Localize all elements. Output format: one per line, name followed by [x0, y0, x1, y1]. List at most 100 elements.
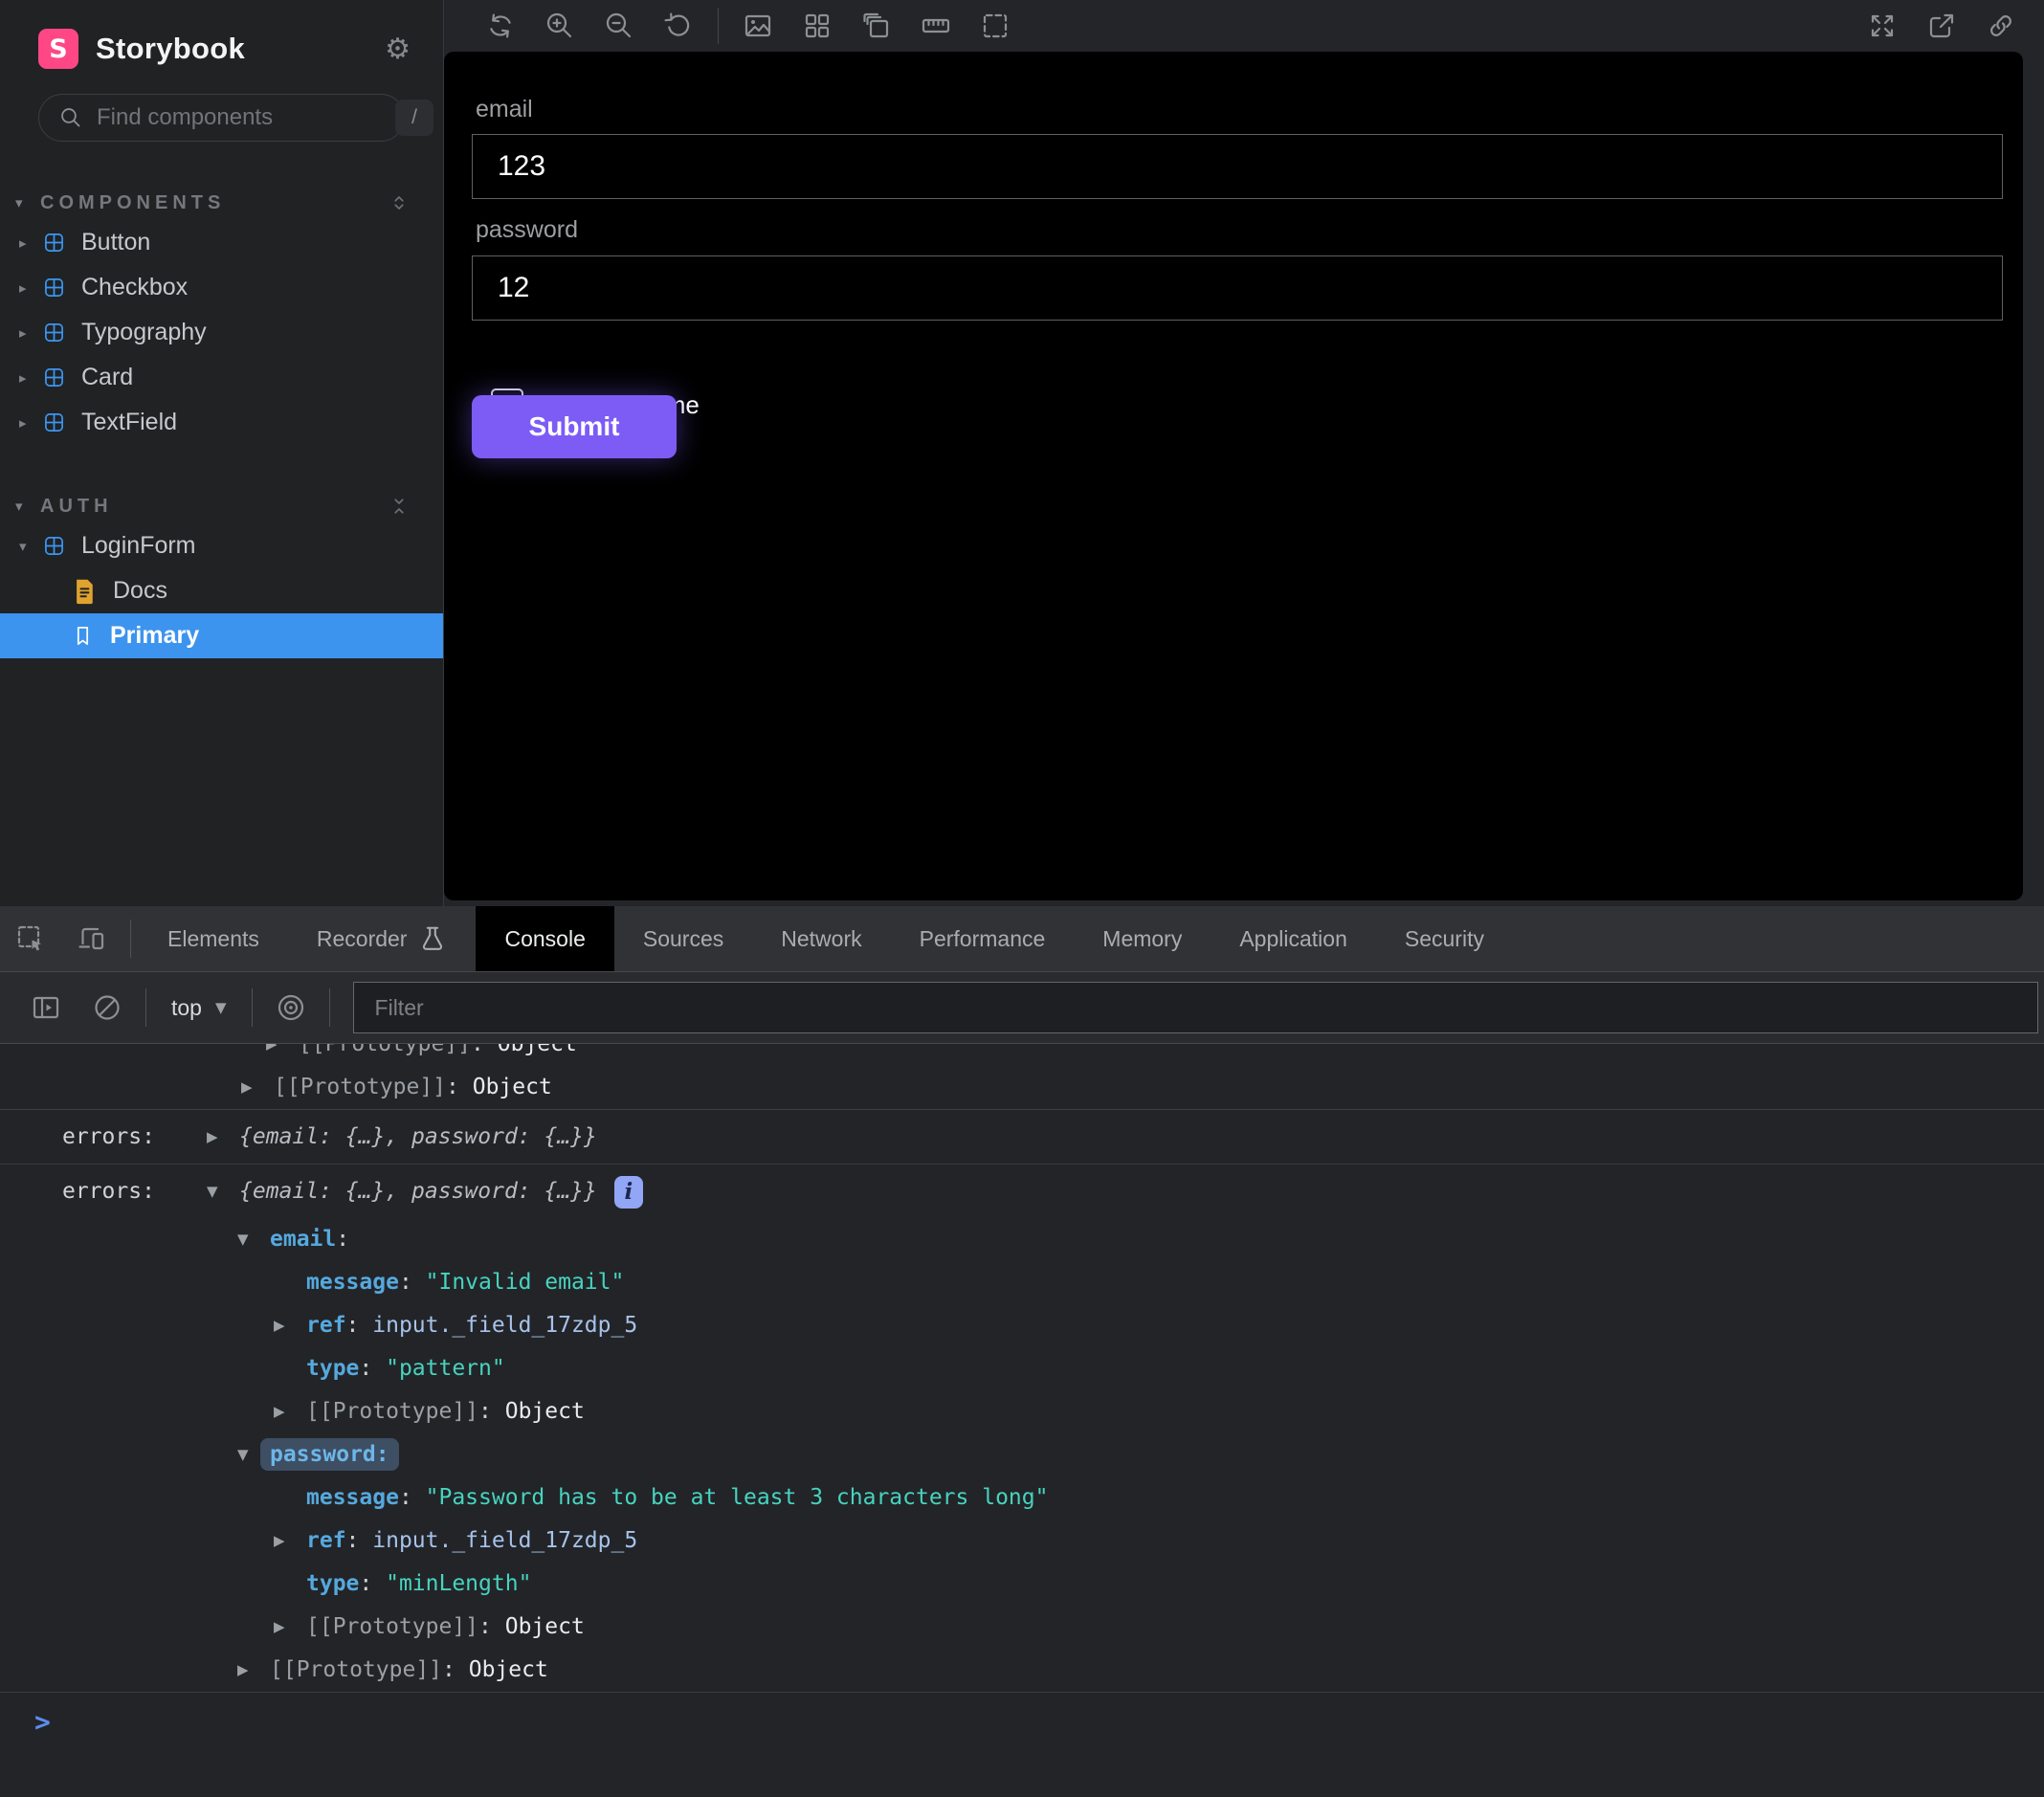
outline-button[interactable] [966, 5, 1025, 47]
inspect-button[interactable] [0, 906, 61, 971]
sidebar-item-label: TextField [81, 409, 177, 436]
gear-icon[interactable]: ⚙ [385, 33, 411, 66]
tab-application[interactable]: Application [1211, 906, 1376, 971]
tab-performance[interactable]: Performance [891, 906, 1075, 971]
caret-down-icon: ▾ [15, 194, 40, 211]
live-expression-eye-icon[interactable] [260, 992, 322, 1023]
expand-triangle-icon[interactable]: ▶ [274, 1520, 285, 1563]
tab-recorder[interactable]: Recorder [288, 906, 477, 971]
console-keyhl: password: [260, 1438, 399, 1471]
component-icon [42, 231, 66, 255]
console-preview: {email: {…}, password: {…}} [239, 1124, 597, 1149]
section-header-auth[interactable]: ▾AUTH [0, 489, 443, 523]
sidebar-item-textfield[interactable]: ▸ TextField [0, 400, 443, 445]
story-item-docs[interactable]: Docs [0, 568, 443, 613]
tab-security[interactable]: Security [1376, 906, 1513, 971]
search-input[interactable] [95, 103, 395, 132]
caret-right-icon[interactable]: ▸ [19, 369, 42, 387]
sidebar-item-card[interactable]: ▸Card [0, 355, 443, 400]
console-row-text: ref: input._field_17zdp_5 [306, 1520, 637, 1563]
console-row: ▶ref: input._field_17zdp_5 [0, 1304, 2044, 1347]
collapse-triangle-icon[interactable]: ▼ [207, 1165, 218, 1218]
section-label: COMPONENTS [40, 192, 388, 214]
panel-icon [31, 992, 61, 1023]
console-proto: [[Prototype]] [274, 1075, 446, 1099]
console-row-text: message: "Password has to be at least 3 … [306, 1476, 1048, 1520]
story-item-primary[interactable]: Primary [0, 613, 443, 658]
collapse-all-icon[interactable] [388, 495, 411, 518]
tab-label: Elements [167, 926, 259, 952]
zoom-reset-icon [663, 11, 694, 41]
tab-console[interactable]: Console [476, 906, 613, 971]
collapse-triangle-icon[interactable]: ▼ [237, 1433, 249, 1476]
zoom-out-button[interactable] [589, 5, 649, 47]
expand-triangle-icon[interactable]: ▶ [274, 1304, 285, 1347]
sidebar-item-typography[interactable]: ▸Typography [0, 310, 443, 355]
viewports-button[interactable] [847, 5, 906, 47]
console-ref: input._field_17zdp_5 [372, 1313, 637, 1338]
caret-right-icon[interactable]: ▸ [19, 414, 42, 432]
console-prompt[interactable]: > [0, 1692, 2044, 1797]
sidebar-item-label: Button [81, 229, 150, 256]
sidebar-item-loginform[interactable]: ▾ LoginForm [0, 523, 443, 568]
sidebar-item-button[interactable]: ▸ Button [0, 220, 443, 265]
divider [130, 920, 131, 958]
viewports-icon [861, 11, 892, 41]
measure-button[interactable] [906, 5, 966, 47]
tab-memory[interactable]: Memory [1074, 906, 1211, 971]
copy-link-icon [1986, 11, 2016, 41]
story-item-label: Docs [113, 577, 167, 605]
console-row-text: message: "Invalid email" [306, 1261, 624, 1304]
tab-label: Performance [920, 926, 1046, 952]
password-field[interactable] [472, 255, 2003, 321]
remount-button[interactable] [471, 5, 530, 47]
zoom-in-button[interactable] [530, 5, 589, 47]
background-button[interactable] [728, 5, 788, 47]
fullscreen-button[interactable] [1853, 5, 1912, 47]
grid-icon [802, 11, 833, 41]
zoom-reset-button[interactable] [649, 5, 708, 47]
submit-button[interactable]: Submit [472, 395, 677, 458]
console-filter-input[interactable] [353, 982, 2038, 1033]
console-obj: Object [498, 1044, 577, 1056]
tab-network[interactable]: Network [752, 906, 890, 971]
info-badge-icon[interactable]: i [614, 1176, 643, 1209]
expand-triangle-icon[interactable]: ▶ [274, 1390, 285, 1433]
sidebar-item-checkbox[interactable]: ▸Checkbox [0, 265, 443, 310]
grid-button[interactable] [788, 5, 847, 47]
caret-right-icon[interactable]: ▸ [19, 324, 42, 342]
section-header-components[interactable]: ▾COMPONENTS [0, 186, 443, 220]
block-icon [92, 992, 122, 1023]
tab-sources[interactable]: Sources [614, 906, 752, 971]
tab-label: Recorder [317, 926, 408, 952]
sidebar-item-label: LoginForm [81, 532, 196, 560]
email-field[interactable] [472, 134, 2003, 199]
brand-title: Storybook [96, 32, 385, 66]
console-plain: : [478, 1399, 505, 1424]
context-selector[interactable]: top ▼ [171, 995, 227, 1021]
console-row-text: type: "minLength" [306, 1563, 531, 1606]
console-plain: : [442, 1657, 469, 1682]
expand-triangle-icon[interactable]: ▶ [274, 1606, 285, 1649]
expand-triangle-icon[interactable]: ▶ [266, 1044, 278, 1066]
caret-right-icon[interactable]: ▸ [19, 279, 42, 297]
copy-link-button[interactable] [1971, 5, 2031, 47]
chevron-down-icon: ▼ [215, 999, 227, 1016]
device-button[interactable] [61, 906, 122, 971]
console-row-text: {email: {…}, password: {…}} [239, 1110, 597, 1164]
block-button[interactable] [77, 992, 138, 1023]
expand-triangle-icon[interactable]: ▶ [207, 1110, 218, 1164]
caret-right-icon[interactable]: ▸ [19, 234, 42, 252]
collapse-triangle-icon[interactable]: ▼ [237, 1218, 249, 1261]
caret-down-icon[interactable]: ▾ [19, 538, 42, 555]
console-row: message: "Invalid email" [0, 1261, 2044, 1304]
tab-elements[interactable]: Elements [139, 906, 288, 971]
expand-all-icon[interactable] [388, 191, 411, 214]
open-new-tab-button[interactable] [1912, 5, 1971, 47]
search-box[interactable]: / [38, 94, 405, 142]
measure-icon [921, 11, 951, 41]
expand-triangle-icon[interactable]: ▶ [237, 1649, 249, 1692]
panel-button[interactable] [15, 992, 77, 1023]
console-row: ▶[[Prototype]]: Object [0, 1390, 2044, 1433]
expand-triangle-icon[interactable]: ▶ [241, 1066, 253, 1109]
